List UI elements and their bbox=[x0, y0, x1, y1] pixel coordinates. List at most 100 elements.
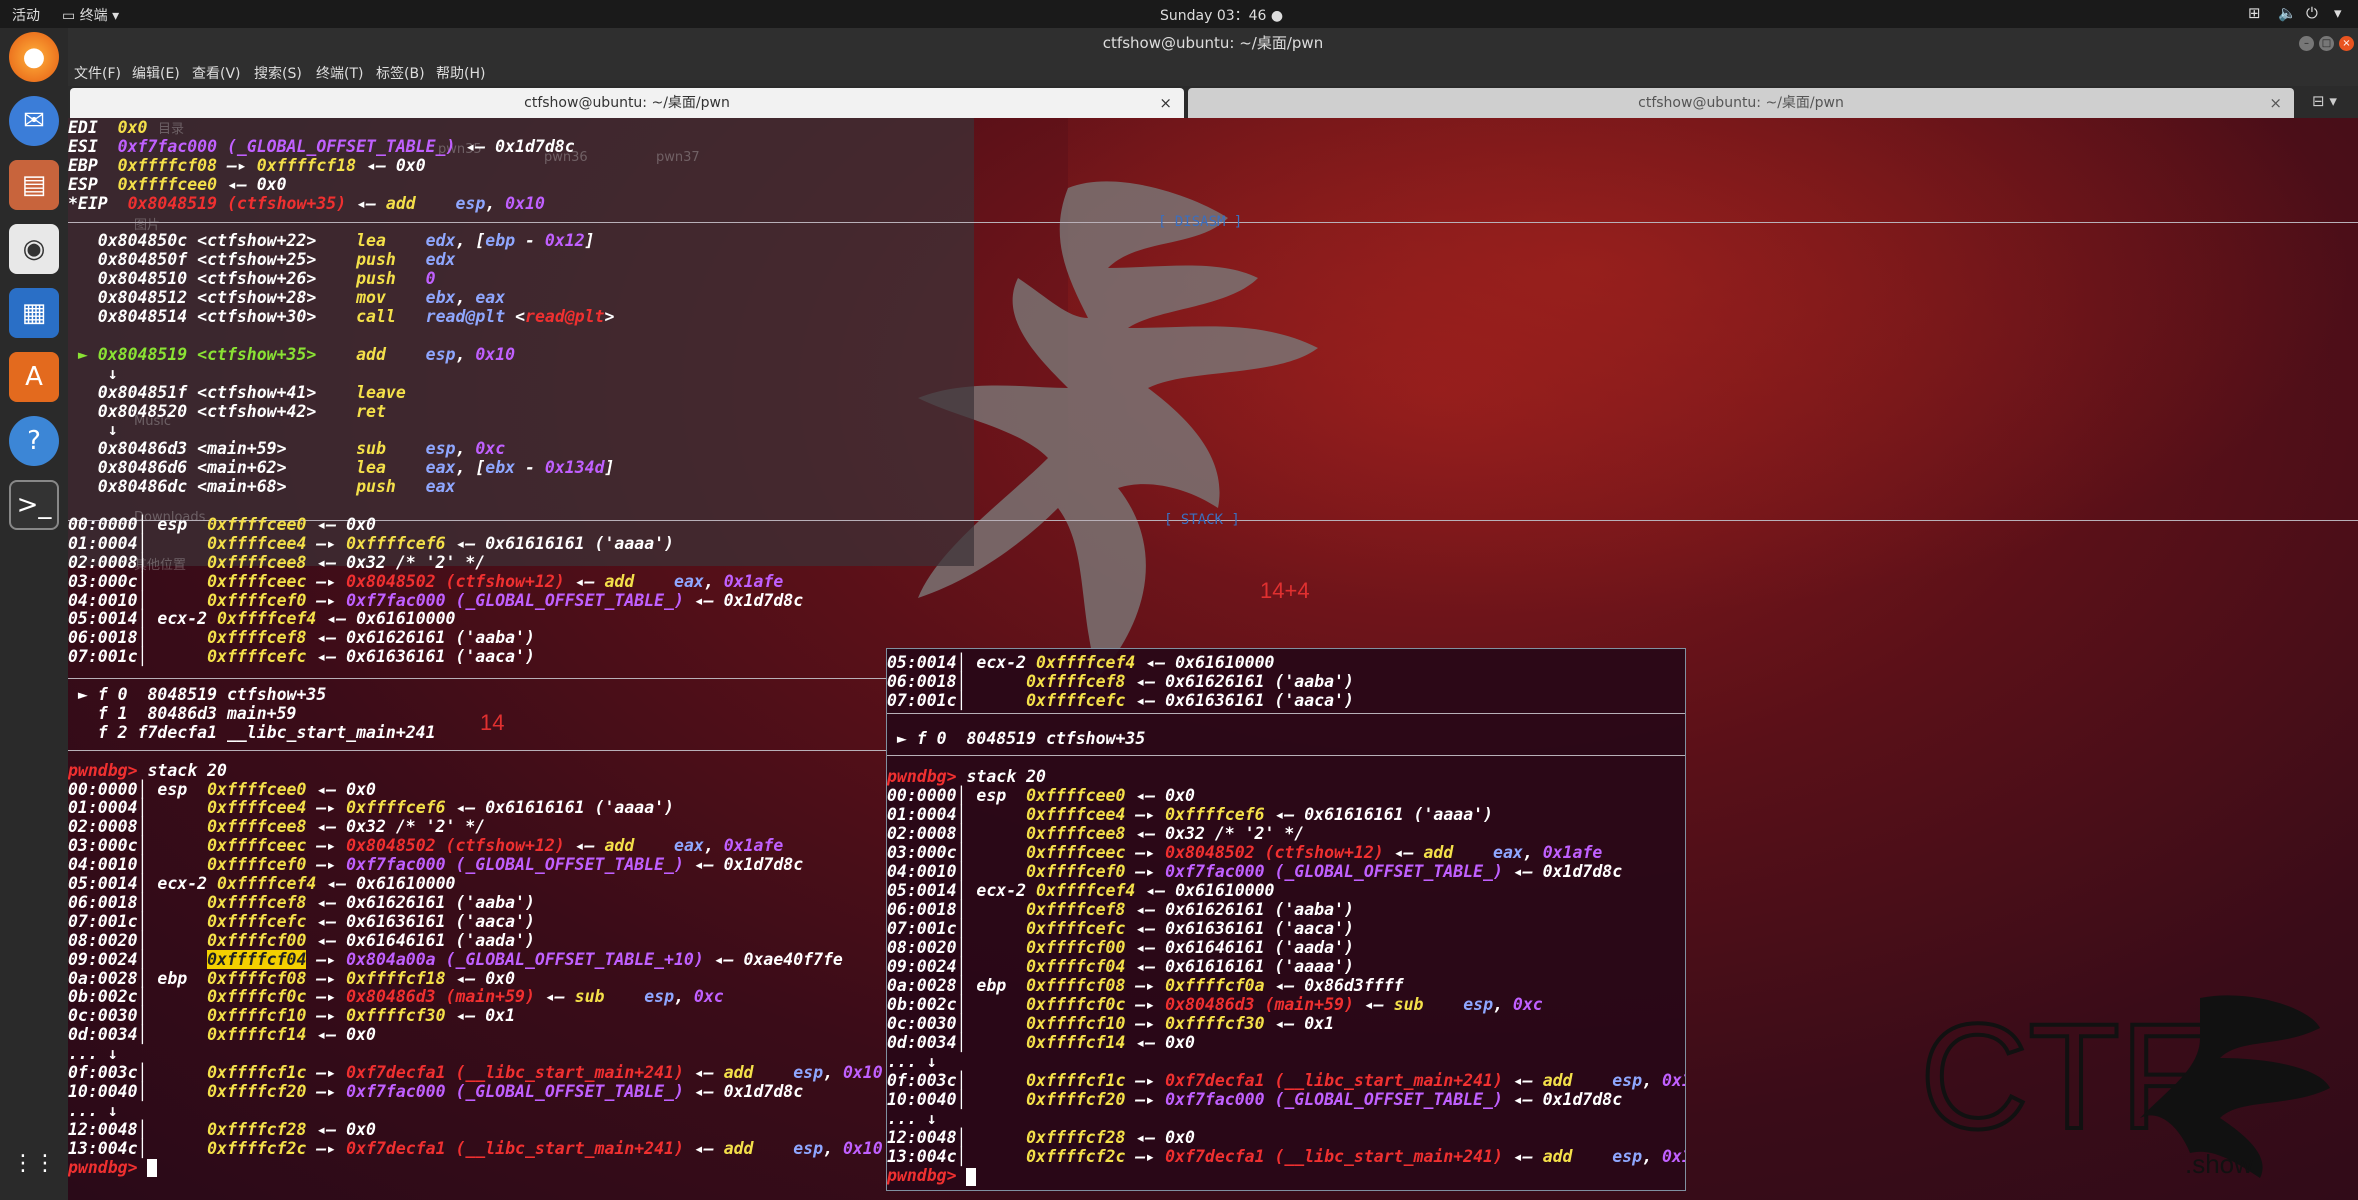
tab-list-icon[interactable]: ⊟ ▾ bbox=[2312, 92, 2337, 110]
terminal-app-icon: ▭ bbox=[62, 8, 80, 24]
terminal-line: 05:0014│ ecx-2 0xffffcef4 ◂— 0x61610000 bbox=[68, 609, 455, 628]
menu-search[interactable]: 搜索(S) bbox=[254, 63, 302, 83]
terminal-text: 0xffffcef0 bbox=[207, 855, 307, 875]
terminal-text: EBP bbox=[68, 155, 118, 175]
terminal-text: ◂— 0x32 /* '2' */ bbox=[306, 817, 486, 837]
terminal-text: edx bbox=[425, 231, 456, 251]
thunderbird-icon[interactable]: ✉ bbox=[9, 96, 59, 146]
terminal-text: 05:0014│ ecx-2 bbox=[68, 874, 218, 893]
menu-help[interactable]: 帮助(H) bbox=[436, 63, 485, 83]
terminal-text: , bbox=[455, 288, 476, 308]
annotation-14-plus-4: 14+4 bbox=[1260, 578, 1310, 603]
terminal-text: , [ bbox=[455, 231, 486, 251]
terminal-text: *EIP bbox=[68, 193, 128, 213]
terminal-text: 0c:0030│ bbox=[887, 1014, 1027, 1033]
terminal-line: 0d:0034│ 0xffffcf14 ◂— 0x0 bbox=[68, 1025, 376, 1044]
maximize-icon[interactable]: □ bbox=[2319, 36, 2334, 51]
menu-view[interactable]: 查看(V) bbox=[192, 63, 241, 83]
help-icon[interactable]: ? bbox=[9, 416, 59, 466]
tab-close-icon[interactable]: × bbox=[2269, 88, 2282, 118]
terminal-text: - bbox=[515, 231, 545, 251]
tab-1[interactable]: ctfshow@ubuntu: ~/桌面/pwn × bbox=[70, 88, 1184, 118]
tab-1-label: ctfshow@ubuntu: ~/桌面/pwn bbox=[524, 95, 730, 111]
terminal-text: push bbox=[356, 250, 396, 270]
terminal-text: 0x8048502 (ctfshow+12) bbox=[346, 836, 565, 856]
terminal-text: —▸ bbox=[1125, 995, 1166, 1014]
terminal-text: - bbox=[515, 458, 545, 478]
terminal-line: ↓ bbox=[68, 420, 118, 439]
terminal-text: 00:0000│ esp bbox=[68, 514, 208, 534]
activities-button[interactable]: 活动 bbox=[12, 5, 40, 25]
tab-2[interactable]: ctfshow@ubuntu: ~/桌面/pwn × bbox=[1188, 88, 2294, 118]
close-icon[interactable]: × bbox=[2339, 36, 2354, 51]
terminal-line: 04:0010│ 0xffffcef0 —▸ 0xf7fac000 (_GLOB… bbox=[68, 855, 803, 874]
menu-edit[interactable]: 编辑(E) bbox=[132, 63, 180, 83]
terminal-text: 0xf7fac000 (_GLOBAL_OFFSET_TABLE_) bbox=[1165, 1090, 1503, 1109]
power-icon[interactable]: ⏻ bbox=[2306, 4, 2318, 22]
terminal-text: 13:004c│ bbox=[68, 1138, 208, 1158]
terminal-text: 0xffffcef4 bbox=[1036, 881, 1136, 900]
terminal-text: —▸ bbox=[306, 1081, 347, 1101]
terminal-line: EDI 0x0 bbox=[68, 118, 147, 137]
terminal-text: ↓ bbox=[68, 420, 118, 440]
terminal-text: 0xffffcf0c bbox=[207, 987, 307, 1007]
terminal-text: , bbox=[823, 1138, 843, 1158]
writer-icon[interactable]: ▦ bbox=[9, 288, 59, 338]
app-menu[interactable]: ▭ 终端 ▾ bbox=[62, 5, 119, 25]
terminal-line: ► f 0 8048519 ctfshow+35 bbox=[68, 685, 326, 704]
terminal-text: add bbox=[1542, 1147, 1573, 1166]
terminal-text: ebx bbox=[425, 288, 456, 308]
terminal-text: ◂— 0x61626161 ('aaba') bbox=[1125, 672, 1354, 691]
terminal-text: ► f 0 8048519 ctfshow+35 bbox=[68, 685, 327, 704]
terminal-text: —▸ bbox=[1125, 1071, 1166, 1090]
terminal-text: 0x804850c <ctfshow+22> bbox=[68, 231, 357, 251]
right-terminal-window[interactable]: 05:0014│ ecx-2 0xffffcef4 ◂— 0x61610000 0… bbox=[886, 648, 1686, 1191]
clock[interactable]: Sunday 03：46 ● bbox=[1160, 5, 1283, 25]
terminal-text: leave bbox=[356, 382, 406, 402]
terminal-text: 0x80486dc <main+68> bbox=[68, 477, 357, 497]
terminal-text: 0xffffcee4 bbox=[207, 533, 307, 553]
window-titlebar[interactable]: ctfshow@ubuntu: ~/桌面/pwn – □ × bbox=[68, 28, 2358, 58]
terminal-text: 0xffffcf00 bbox=[1026, 938, 1126, 957]
terminal-line: 00:0000│ esp 0xffffcee0 ◂— 0x0 bbox=[887, 786, 1195, 805]
terminal-text: pwndbg> bbox=[68, 760, 138, 780]
terminal-text: ◂— 0x61626161 ('aaba') bbox=[306, 628, 535, 648]
terminal-viewport[interactable]: 目录 pwn35 pwn36 pwn37 图片 Music Downloads … bbox=[68, 118, 2358, 1200]
terminal-text: 0x80486d3 (main+59) bbox=[1165, 995, 1354, 1014]
terminal-text: 0xffffcf0a bbox=[1165, 976, 1265, 995]
terminal-text: 0xffffcf30 bbox=[346, 1006, 446, 1026]
terminal-text: 07:001c│ bbox=[68, 647, 208, 667]
terminal-text: 09:0024│ bbox=[887, 957, 1027, 976]
terminal-text: , bbox=[455, 344, 476, 364]
menu-file[interactable]: 文件(F) bbox=[74, 63, 121, 83]
tab-close-icon[interactable]: × bbox=[1159, 88, 1172, 118]
volume-icon[interactable]: 🔈 bbox=[2278, 4, 2297, 22]
terminal-icon[interactable]: >_ bbox=[9, 480, 59, 530]
menu-tabs[interactable]: 标签(B) bbox=[376, 63, 425, 83]
terminal-text: esp bbox=[1612, 1071, 1643, 1090]
software-center-icon[interactable]: A bbox=[9, 352, 59, 402]
network-icon[interactable]: ⊞ bbox=[2248, 4, 2261, 22]
firefox-icon[interactable]: ● bbox=[9, 32, 59, 82]
files-icon[interactable]: ▤ bbox=[9, 160, 59, 210]
terminal-text: 0b:002c│ bbox=[68, 987, 208, 1007]
terminal-line: 02:0008│ 0xffffcee8 ◂— 0x32 /* '2' */ bbox=[887, 824, 1304, 843]
terminal-text: 0xffffcf28 bbox=[207, 1119, 307, 1139]
terminal-text: —▸ bbox=[306, 533, 347, 553]
rhythmbox-icon[interactable]: ◉ bbox=[9, 224, 59, 274]
terminal-line: 13:004c│ 0xffffcf2c —▸ 0xf7decfa1 (__lib… bbox=[68, 1139, 883, 1158]
terminal-text: ◂— 0x1d7d8c bbox=[1502, 1090, 1623, 1109]
minimize-icon[interactable]: – bbox=[2299, 36, 2314, 51]
menu-terminal[interactable]: 终端(T) bbox=[316, 63, 363, 83]
terminal-text: ◂— bbox=[1502, 1147, 1543, 1166]
show-apps-icon[interactable]: ⋮⋮ bbox=[9, 1138, 59, 1188]
terminal-text: ↓ bbox=[68, 363, 118, 383]
terminal-text: 0d:0034│ bbox=[887, 1033, 1027, 1052]
chevron-down-icon[interactable]: ▾ bbox=[2334, 4, 2342, 22]
terminal-text: pwndbg> bbox=[887, 767, 957, 786]
terminal-text: 0xffffcefc bbox=[1026, 919, 1126, 938]
terminal-text: 0xffffceec bbox=[207, 836, 307, 856]
